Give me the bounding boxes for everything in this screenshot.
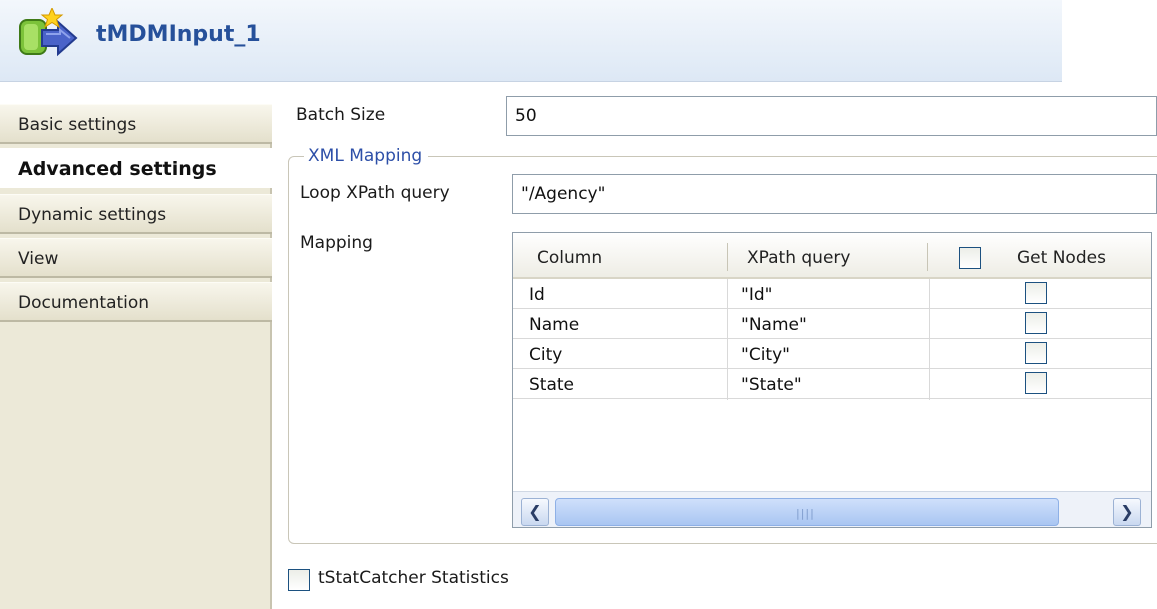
table-row[interactable]: Name "Name" xyxy=(513,309,1151,339)
mdm-input-component-icon xyxy=(16,6,80,64)
row-xpath-value[interactable]: "City" xyxy=(741,339,790,369)
row-xpath-value[interactable]: "Name" xyxy=(741,309,807,339)
tab-dynamic-settings[interactable]: Dynamic settings xyxy=(0,194,272,234)
table-row[interactable]: Id "Id" xyxy=(513,279,1151,309)
tstatcatcher-checkbox[interactable] xyxy=(288,569,310,591)
scroll-grip-icon: |||| xyxy=(796,507,815,520)
mapping-table-header: Column XPath query Get Nodes xyxy=(513,233,1151,279)
column-header-xpath-query[interactable]: XPath query xyxy=(747,233,850,279)
tab-view[interactable]: View xyxy=(0,238,272,278)
row-get-nodes-checkbox[interactable] xyxy=(1025,282,1047,304)
settings-tab-list: Basic settings Advanced settings Dynamic… xyxy=(0,104,274,609)
row-column-name: Name xyxy=(529,315,580,335)
table-row[interactable]: City "City" xyxy=(513,339,1151,369)
column-header-column[interactable]: Column xyxy=(537,233,602,279)
component-title: tMDMInput_1 xyxy=(96,22,261,47)
row-get-nodes-checkbox[interactable] xyxy=(1025,342,1047,364)
horizontal-scrollbar[interactable]: ❮ |||| ❯ xyxy=(513,491,1151,527)
scroll-left-icon[interactable]: ❮ xyxy=(521,498,549,526)
column-header-get-nodes[interactable]: Get Nodes xyxy=(1017,233,1106,279)
header-divider[interactable] xyxy=(727,243,728,271)
get-nodes-header-checkbox[interactable] xyxy=(959,247,981,269)
tstatcatcher-label: tStatCatcher Statistics xyxy=(318,568,509,588)
component-title-bar: tMDMInput_1 xyxy=(0,0,1062,82)
xml-mapping-legend: XML Mapping xyxy=(304,146,429,166)
scroll-right-icon[interactable]: ❯ xyxy=(1113,498,1141,526)
row-column-name: State xyxy=(529,375,574,395)
mapping-label: Mapping xyxy=(300,233,373,253)
row-column-name: City xyxy=(529,345,563,365)
loop-xpath-input[interactable]: "/Agency" xyxy=(512,174,1157,214)
mapping-table[interactable]: Column XPath query Get Nodes Id "Id" Nam… xyxy=(512,232,1152,528)
header-divider[interactable] xyxy=(927,243,928,271)
tab-documentation[interactable]: Documentation xyxy=(0,282,272,322)
scroll-thumb[interactable]: |||| xyxy=(555,498,1059,526)
row-xpath-value[interactable]: "Id" xyxy=(741,279,772,309)
tab-advanced-settings[interactable]: Advanced settings xyxy=(0,148,274,188)
row-get-nodes-checkbox[interactable] xyxy=(1025,312,1047,334)
row-xpath-value[interactable]: "State" xyxy=(741,369,802,399)
row-get-nodes-checkbox[interactable] xyxy=(1025,372,1047,394)
batch-size-input[interactable]: 50 xyxy=(506,96,1157,136)
tab-basic-settings[interactable]: Basic settings xyxy=(0,104,272,144)
row-column-name: Id xyxy=(529,285,545,305)
loop-xpath-label: Loop XPath query xyxy=(300,183,450,203)
batch-size-label: Batch Size xyxy=(296,105,386,125)
table-row[interactable]: State "State" xyxy=(513,369,1151,399)
